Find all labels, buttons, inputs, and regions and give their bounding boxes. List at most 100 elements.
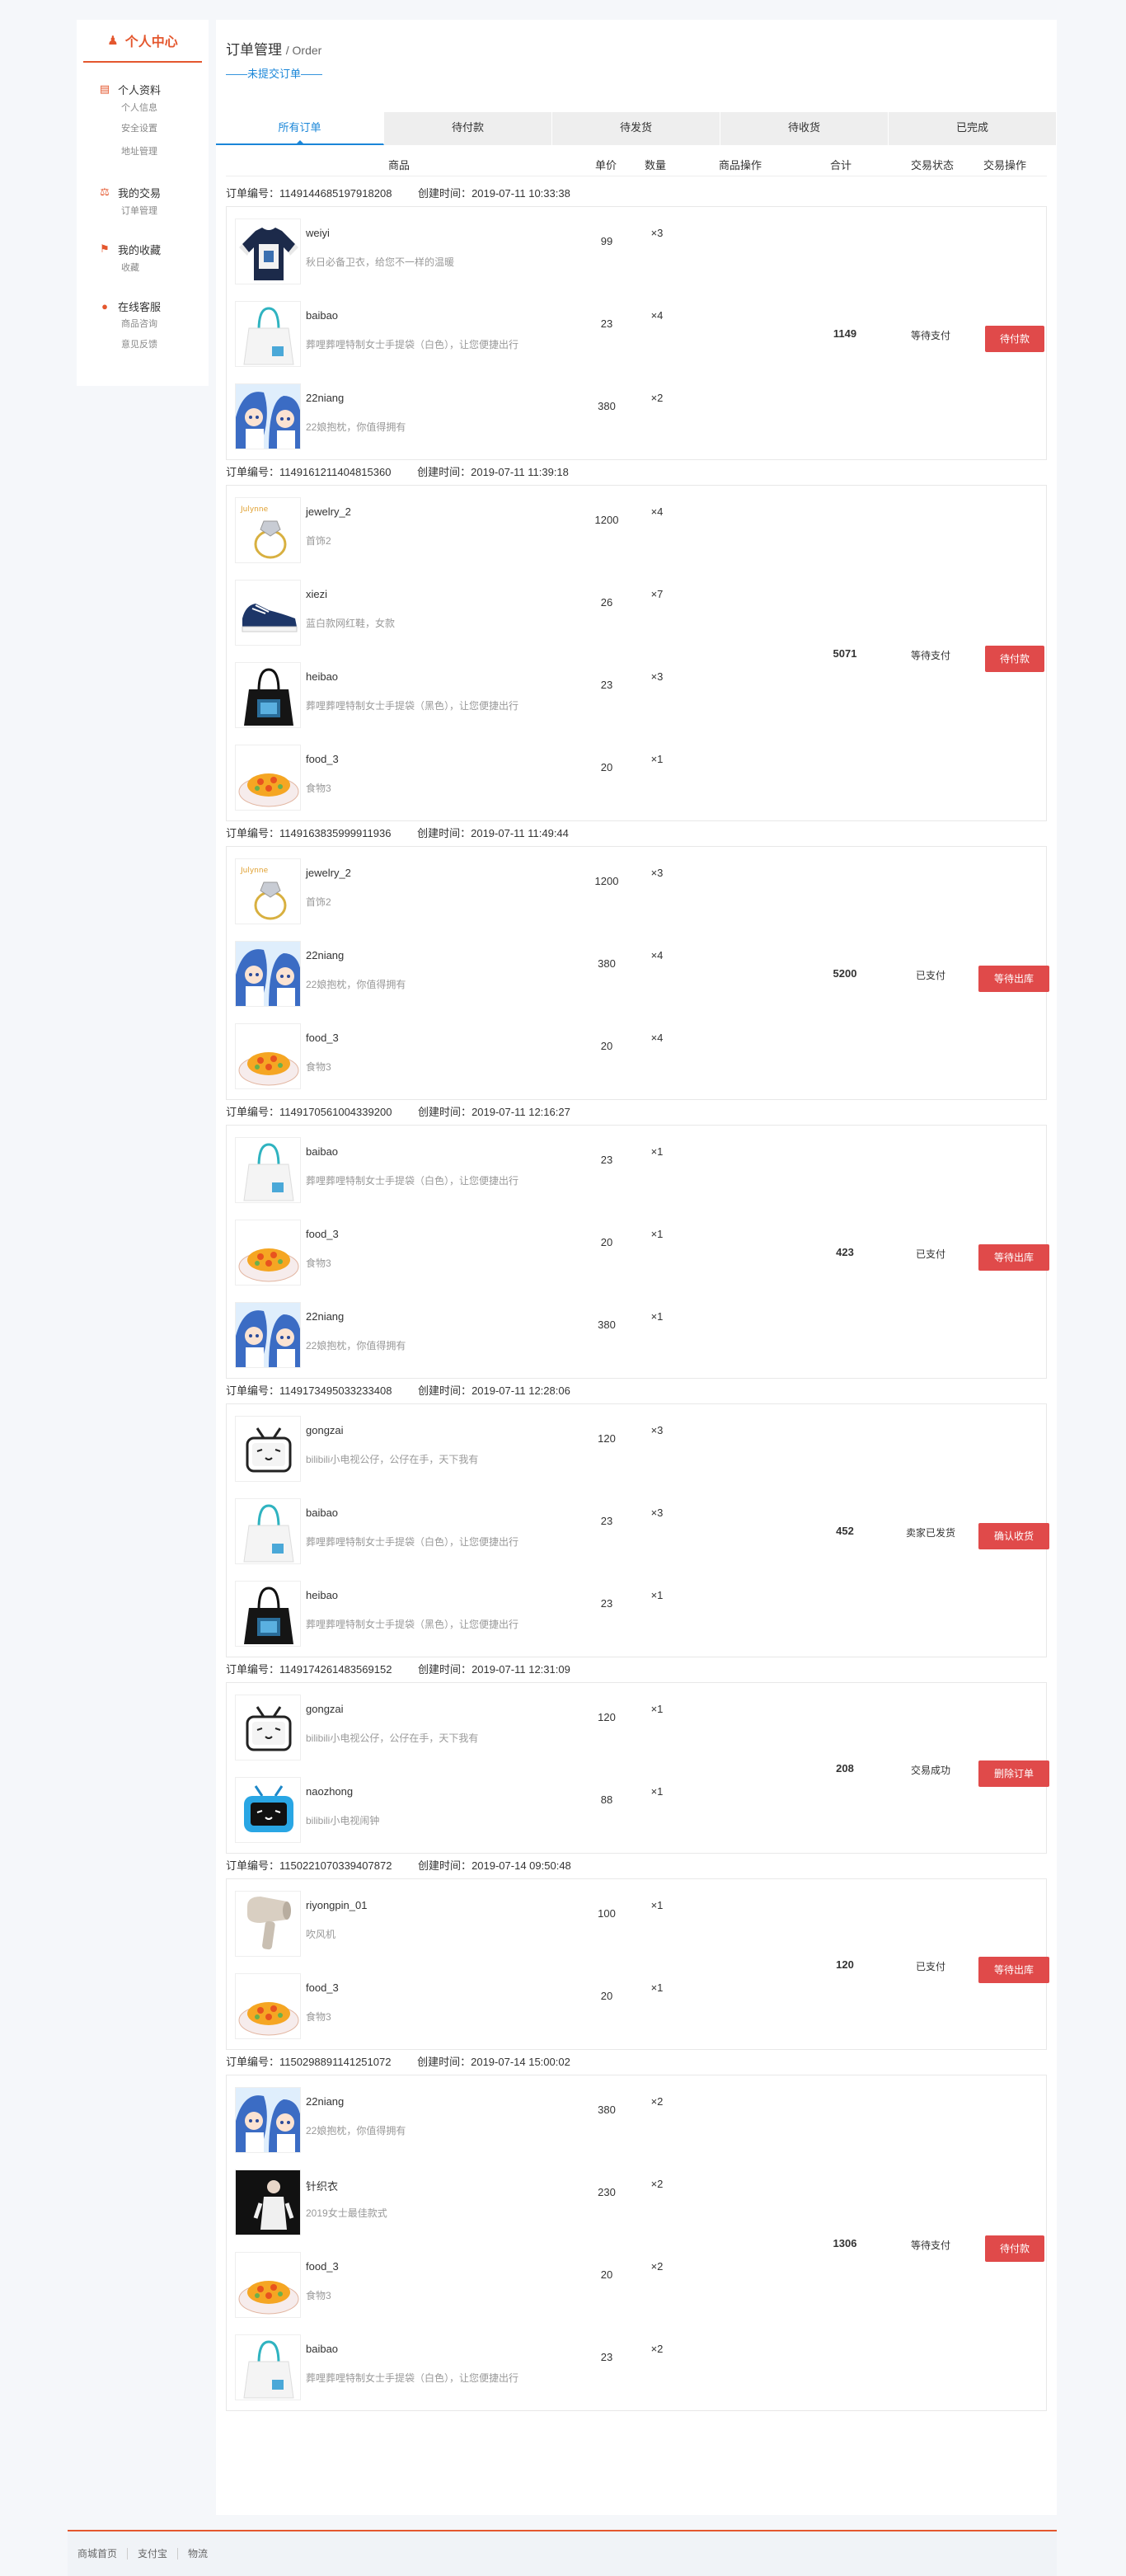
unsubmitted-orders-link[interactable]: ——未提交订单—— [226,65,1047,81]
product-name[interactable]: food_3 [306,1981,339,1994]
product-quantity: ×3 [650,867,664,879]
product-name[interactable]: xiezi [306,588,327,600]
order-header: 订单编号：1149170561004339200 创建时间：2019-07-11… [226,1100,1047,1125]
product-image[interactable] [235,1137,301,1203]
product-image[interactable] [235,1220,301,1286]
sidebar-item-personal-info[interactable]: 个人信息 [77,97,209,120]
product-name[interactable]: 针织衣 [306,2178,338,2193]
product-name[interactable]: food_3 [306,2260,339,2273]
product-name[interactable]: heibao [306,670,338,683]
order-action-button[interactable]: 等待出库 [978,1957,1049,1983]
product-name[interactable]: baibao [306,1145,338,1158]
order-action-button[interactable]: 等待出库 [978,966,1049,992]
product-description: 葬哩葬哩特制女士手提袋（白色），让您便捷出行 [306,1175,519,1187]
order-created-time: 2019-07-11 12:28:06 [472,1384,570,1397]
product-quantity: ×1 [650,1145,664,1158]
order-action-button[interactable]: 待付款 [985,326,1044,352]
order-number-label: 订单编号： [226,1384,280,1397]
tab-completed[interactable]: 已完成 [889,112,1057,145]
table-header: 商品 单价 数量 商品操作 合计 交易状态 交易操作 [226,152,1047,176]
product-name[interactable]: baibao [306,2343,338,2355]
product-image[interactable] [235,2334,301,2400]
product-name[interactable]: riyongpin_01 [306,1899,367,1911]
tab-pending-receipt[interactable]: 待收货 [720,112,889,145]
product-image[interactable] [235,1973,301,2039]
order-action-button[interactable]: 等待出库 [978,1244,1049,1271]
product-image[interactable] [235,1891,301,1957]
page-subtitle: / Order [285,44,322,57]
product-name[interactable]: 22niang [306,949,344,961]
product-name[interactable]: food_3 [306,1228,339,1240]
product-name[interactable]: baibao [306,1507,338,1519]
product-description: 葬哩葬哩特制女士手提袋（黑色），让您便捷出行 [306,700,519,712]
order-action-button[interactable]: 待付款 [985,2235,1044,2262]
product-image[interactable] [235,1695,301,1760]
product-name[interactable]: 22niang [306,392,344,404]
product-image[interactable]: Julynne [235,858,301,924]
tab-all-orders[interactable]: 所有订单 [216,112,384,145]
order-action-button[interactable]: 待付款 [985,646,1044,672]
sidebar-section-title: ⚖ 我的交易 [77,184,209,200]
product-image[interactable] [235,745,301,811]
order-item: xiezi 蓝白款网红鞋，女款 26 ×7 [227,568,1046,651]
order-action-button[interactable]: 确认收货 [978,1523,1049,1549]
sidebar-item-address[interactable]: 地址管理 [77,138,209,166]
product-name[interactable]: food_3 [306,753,339,765]
product-name[interactable]: jewelry_2 [306,867,351,879]
product-name[interactable]: naozhong [306,1785,353,1798]
product-image[interactable] [235,1023,301,1089]
order-action-button[interactable]: 删除订单 [978,1760,1049,1787]
product-image[interactable] [235,2252,301,2318]
product-image[interactable] [235,2087,301,2153]
order-created-time: 2019-07-11 11:39:18 [471,466,569,478]
product-image[interactable] [235,219,301,284]
product-quantity: ×7 [650,588,664,600]
sidebar-item-consult[interactable]: 商品咨询 [77,314,209,335]
footer-link-home[interactable]: 商城首页 [68,2548,129,2560]
order-header: 订单编号：1149173495033233408 创建时间：2019-07-11… [226,1379,1047,1403]
sidebar-item-orders[interactable]: 订单管理 [77,200,209,223]
footer-link-alipay[interactable]: 支付宝 [128,2548,179,2560]
product-image[interactable] [235,1777,301,1843]
order-total: 120 [836,1958,854,1971]
product-image[interactable] [235,2169,301,2235]
product-quantity: ×1 [650,1703,664,1715]
order-card: 订单编号：1149144685197918208 创建时间：2019-07-11… [226,181,1047,460]
order-item: 22niang 22娘抱枕，你值得拥有 380 ×2 [227,2075,1046,2158]
sidebar-item-feedback[interactable]: 意见反馈 [77,335,209,355]
product-name[interactable]: jewelry_2 [306,505,351,518]
product-description: 22娘抱枕，你值得拥有 [306,2125,406,2136]
page-title: 订单管理 / Order [226,38,1047,59]
product-name[interactable]: 22niang [306,1310,344,1323]
product-image[interactable] [235,1581,301,1647]
footer-link-logistics[interactable]: 物流 [178,2548,218,2560]
order-created-label: 创建时间： [418,1384,472,1397]
order-item: gongzai bilibili小电视公仔，公仔在手，天下我有 120 ×3 [227,1404,1046,1487]
product-image[interactable]: Julynne [235,497,301,563]
sidebar-item-favorites[interactable]: 收藏 [77,257,209,280]
sidebar-item-security[interactable]: 安全设置 [77,120,209,138]
order-number: 1149173495033233408 [279,1384,392,1397]
product-image[interactable] [235,301,301,367]
product-name[interactable]: gongzai [306,1424,344,1436]
product-image[interactable] [235,1416,301,1482]
product-image[interactable] [235,662,301,728]
product-name[interactable]: food_3 [306,1032,339,1044]
product-name[interactable]: heibao [306,1589,338,1601]
product-image[interactable] [235,1498,301,1564]
tab-pending-shipment[interactable]: 待发货 [552,112,720,145]
product-name[interactable]: 22niang [306,2095,344,2108]
tab-pending-payment[interactable]: 待付款 [384,112,552,145]
product-image[interactable] [235,1302,301,1368]
product-image[interactable] [235,941,301,1007]
product-quantity: ×2 [650,2343,664,2355]
product-name[interactable]: gongzai [306,1703,344,1715]
order-number: 1149161211404815360 [279,466,392,478]
product-description: 首饰2 [306,535,331,547]
product-image[interactable] [235,580,301,646]
product-name[interactable]: baibao [306,309,338,322]
product-image[interactable] [235,383,301,449]
product-name[interactable]: weiyi [306,227,330,239]
product-quantity: ×2 [650,2178,664,2190]
page-header: 订单管理 / Order ——未提交订单—— [216,20,1057,104]
